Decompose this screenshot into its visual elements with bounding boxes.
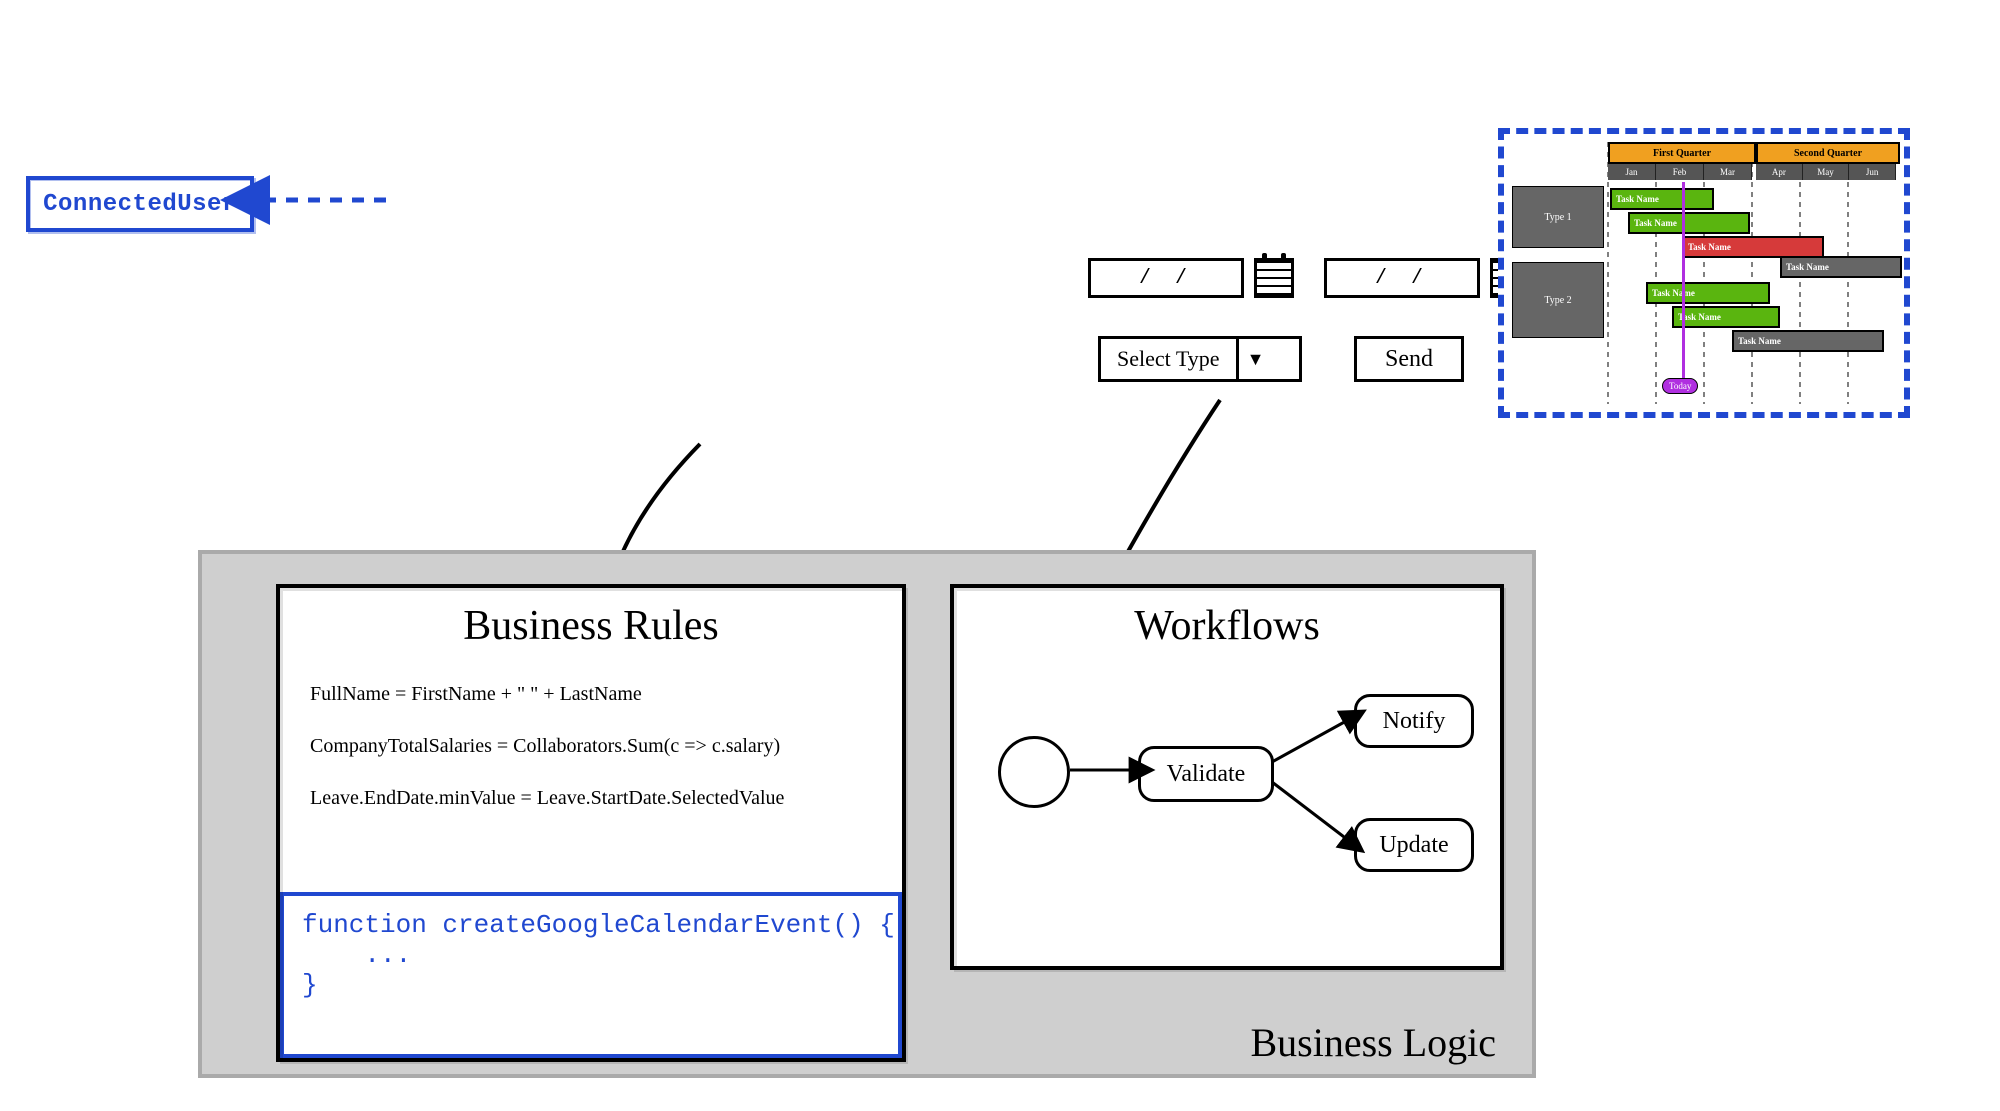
rule-line: CompanyTotalSalaries = Collaborators.Sum… xyxy=(310,720,872,772)
connected-user-label: ConnectedUser xyxy=(43,191,237,218)
gantt-task: Task Name xyxy=(1628,212,1750,234)
gantt-months-q1: JanFebMar xyxy=(1608,164,1752,180)
send-button[interactable]: Send xyxy=(1354,336,1464,382)
rule-line: FullName = FirstName + " " + LastName xyxy=(310,668,872,720)
gantt-today-line xyxy=(1682,182,1685,378)
gantt-task: Task Name xyxy=(1780,256,1902,278)
calendar-icon[interactable] xyxy=(1254,258,1294,298)
gantt-task: Task Name xyxy=(1682,236,1824,258)
business-logic-container: Business Logic Business Rules FullName =… xyxy=(198,550,1536,1078)
gantt-today-label: Today xyxy=(1662,378,1698,394)
date-picker-start[interactable]: / / xyxy=(1088,258,1294,298)
workflows-panel: Workflows Validate Notify Update xyxy=(950,584,1504,970)
gantt-type-2: Type 2 xyxy=(1512,262,1604,338)
workflow-notify-node: Notify xyxy=(1354,694,1474,748)
workflow-start-node xyxy=(998,736,1070,808)
workflow-update-node: Update xyxy=(1354,818,1474,872)
gantt-type-1: Type 1 xyxy=(1512,186,1604,248)
select-type-dropdown[interactable]: Select Type ▼ xyxy=(1098,336,1302,382)
date-input[interactable]: / / xyxy=(1324,258,1480,298)
send-label: Send xyxy=(1385,346,1433,373)
chevron-down-icon: ▼ xyxy=(1239,349,1273,370)
rule-line: Leave.EndDate.minValue = Leave.StartDate… xyxy=(310,772,872,824)
gantt-months-q2: AprMayJun xyxy=(1756,164,1896,180)
gantt-quarter-2: Second Quarter xyxy=(1756,142,1900,164)
workflows-title: Workflows xyxy=(954,602,1500,650)
gantt-quarter-1: First Quarter xyxy=(1608,142,1756,164)
rules-list: FullName = FirstName + " " + LastName Co… xyxy=(280,668,902,824)
code-snippet: function createGoogleCalendarEvent() { .… xyxy=(280,892,902,1058)
gantt-thumbnail: First Quarter Second Quarter JanFebMar A… xyxy=(1498,128,1910,418)
gantt-task: Task Name xyxy=(1610,188,1714,210)
workflow-validate-node: Validate xyxy=(1138,746,1274,802)
rules-title: Business Rules xyxy=(280,602,902,650)
date-input[interactable]: / / xyxy=(1088,258,1244,298)
business-logic-title: Business Logic xyxy=(1250,1019,1496,1066)
connected-user-badge: ConnectedUser xyxy=(26,176,254,232)
select-type-label: Select Type xyxy=(1117,346,1220,372)
gantt-task: Task Name xyxy=(1672,306,1780,328)
gantt-task: Task Name xyxy=(1732,330,1884,352)
business-rules-panel: Business Rules FullName = FirstName + " … xyxy=(276,584,906,1062)
gantt-task: Task Name xyxy=(1646,282,1770,304)
